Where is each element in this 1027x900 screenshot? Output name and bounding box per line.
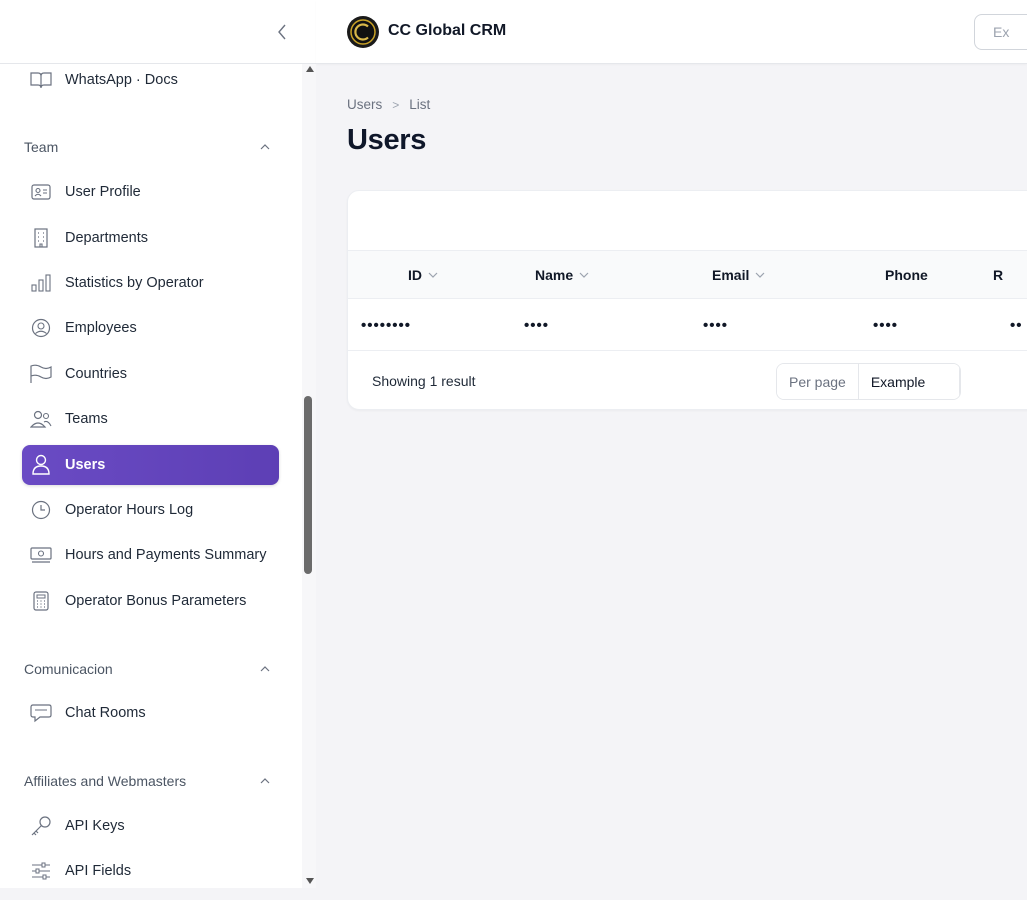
brand-name: CC Global CRM: [388, 22, 507, 39]
sidebar-header: [0, 0, 316, 64]
group-label: Team: [24, 139, 59, 155]
sidebar-item-user-profile[interactable]: User Profile: [22, 172, 279, 212]
column-label: Name: [535, 267, 574, 283]
sidebar-item-users[interactable]: Users: [22, 445, 279, 485]
sidebar-nav: WhatsApp · Docs Team User Profile Depart…: [0, 64, 302, 888]
sidebar-item-label: Operator Hours Log: [65, 502, 194, 518]
chevron-up-icon: [258, 774, 272, 788]
column-label: Phone: [885, 267, 928, 283]
sidebar-item-label: Hours and Payments Summary: [65, 547, 267, 563]
table-header: ID Name Email Phone R: [348, 251, 1027, 299]
column-header-id[interactable]: ID: [408, 251, 440, 299]
logo-c-icon: [350, 19, 376, 45]
sidebar-item-label: WhatsApp · Docs: [65, 72, 178, 88]
sidebar-item-countries[interactable]: Countries: [22, 354, 279, 394]
sidebar-item-operator-bonus-parameters[interactable]: Operator Bonus Parameters: [22, 581, 279, 621]
users-table-card: ID Name Email Phone R •••••••• •••• ••••…: [347, 190, 1027, 410]
column-label: Email: [712, 267, 750, 283]
breadcrumb-current: List: [409, 97, 431, 112]
users-icon: [30, 408, 52, 430]
sidebar-item-label: Departments: [65, 230, 149, 246]
breadcrumb-separator: >: [392, 97, 400, 112]
chevron-left-icon: [278, 24, 286, 40]
collapse-sidebar-button[interactable]: [272, 20, 292, 44]
column-label: ID: [408, 267, 422, 283]
sidebar-item-operator-hours-log[interactable]: Operator Hours Log: [22, 490, 279, 530]
calculator-icon: [30, 590, 52, 612]
sidebar-item-label: API Fields: [65, 863, 132, 879]
sidebar-item-label: Chat Rooms: [65, 705, 146, 721]
sidebar-item-label: API Keys: [65, 818, 125, 834]
user-circle-icon: [30, 317, 52, 339]
per-page-control: Per page Example: [776, 363, 961, 400]
group-affiliates-toggle[interactable]: Affiliates and Webmasters: [24, 769, 276, 793]
results-count: Showing 1 result: [372, 373, 476, 389]
sidebar-item-label: Countries: [65, 366, 128, 382]
column-header-phone[interactable]: Phone: [885, 251, 928, 299]
brand-logo[interactable]: [347, 16, 379, 48]
group-label: Comunicacion: [24, 661, 113, 677]
bottom-edge: [0, 888, 1027, 900]
cell-id: ••••••••: [361, 316, 412, 334]
sidebar-item-whatsapp-docs[interactable]: WhatsApp · Docs: [22, 64, 279, 100]
cell-email: ••••: [703, 316, 729, 334]
chat-bubbles-icon: [30, 702, 52, 724]
per-page-select[interactable]: Example: [858, 364, 960, 399]
scroll-up-arrow-icon[interactable]: [306, 66, 314, 72]
sidebar-item-label: User Profile: [65, 184, 141, 200]
sidebar-item-departments[interactable]: Departments: [22, 218, 279, 258]
sidebar-item-label: Statistics by Operator: [65, 275, 204, 291]
bar-chart-icon: [30, 272, 52, 294]
per-page-label: Per page: [777, 364, 859, 399]
id-card-icon: [30, 181, 52, 203]
sidebar-item-api-fields[interactable]: API Fields: [22, 851, 279, 888]
sliders-icon: [30, 860, 52, 882]
sidebar-item-statistics-by-operator[interactable]: Statistics by Operator: [22, 263, 279, 303]
sidebar-item-chat-rooms[interactable]: Chat Rooms: [22, 693, 279, 733]
sidebar-item-teams[interactable]: Teams: [22, 399, 279, 439]
scroll-down-arrow-icon[interactable]: [306, 878, 314, 884]
column-header-email[interactable]: Email: [712, 251, 767, 299]
sidebar-item-label: Users: [65, 457, 106, 473]
topbar: CC Global CRM: [316, 0, 1027, 64]
search-input[interactable]: [993, 24, 1027, 40]
sidebar-item-label: Operator Bonus Parameters: [65, 593, 247, 609]
cash-icon: [30, 544, 52, 566]
table-footer: Showing 1 result Per page Example: [348, 351, 1027, 409]
group-comunicacion-toggle[interactable]: Comunicacion: [24, 657, 276, 681]
sidebar-scrollbar[interactable]: [302, 64, 316, 888]
group-label: Affiliates and Webmasters: [24, 773, 187, 789]
key-icon: [30, 815, 52, 837]
breadcrumb-users-link[interactable]: Users: [347, 97, 382, 112]
group-team-toggle[interactable]: Team: [24, 135, 276, 159]
column-header-role[interactable]: R: [993, 251, 1003, 299]
cell-phone: ••••: [873, 316, 899, 334]
sidebar-item-api-keys[interactable]: API Keys: [22, 806, 279, 846]
cell-name: ••••: [524, 316, 550, 334]
breadcrumb: Users > List: [347, 97, 430, 112]
column-header-name[interactable]: Name: [535, 251, 591, 299]
sidebar-item-label: Employees: [65, 320, 137, 336]
column-label: R: [993, 267, 1004, 283]
sidebar-item-employees[interactable]: Employees: [22, 308, 279, 348]
sidebar: WhatsApp · Docs Team User Profile Depart…: [0, 0, 316, 888]
sidebar-item-label: Teams: [65, 411, 108, 427]
table-row[interactable]: •••••••• •••• •••• •••• ••: [348, 299, 1027, 351]
book-icon: [30, 69, 52, 91]
global-search[interactable]: [974, 14, 1027, 50]
chevron-down-icon: [579, 269, 591, 281]
chevron-up-icon: [258, 662, 272, 676]
sidebar-scrollbar-thumb[interactable]: [304, 396, 312, 574]
user-icon: [30, 454, 52, 476]
table-toolbar: [348, 191, 1027, 251]
flag-icon: [30, 363, 52, 385]
page-title: Users: [347, 124, 427, 156]
sidebar-item-hours-and-payments-summary[interactable]: Hours and Payments Summary: [22, 535, 279, 575]
chevron-down-icon: [755, 269, 767, 281]
chevron-down-icon: [428, 269, 440, 281]
chevron-up-icon: [258, 140, 272, 154]
clock-icon: [30, 499, 52, 521]
cell-role: ••: [1010, 316, 1023, 334]
building-icon: [30, 227, 52, 249]
